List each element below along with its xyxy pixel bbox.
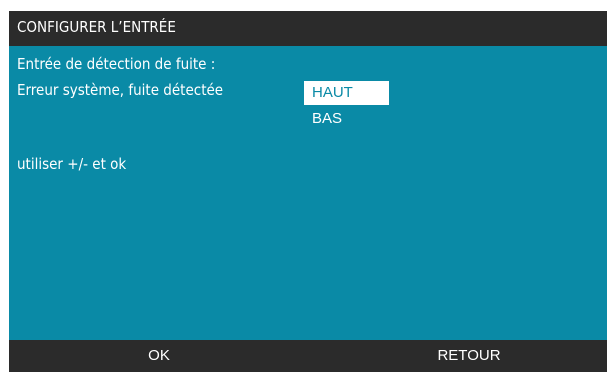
condition-label: Erreur système, fuite détectée [17,81,224,99]
screen-title: CONFIGURER L’ENTRÉE [17,18,176,36]
ok-button[interactable]: OK [119,340,199,372]
device-screen: CONFIGURER L’ENTRÉE Entrée de détection … [9,11,607,372]
instruction-hint: utiliser +/- et ok [17,155,127,173]
title-bar: CONFIGURER L’ENTRÉE [9,11,607,46]
option-bas[interactable]: BAS [304,107,389,131]
retour-button[interactable]: RETOUR [414,340,524,372]
input-label: Entrée de détection de fuite : [17,55,216,73]
option-haut[interactable]: HAUT [304,81,389,105]
device-frame: CONFIGURER L’ENTRÉE Entrée de détection … [0,0,607,372]
softkey-bar: OK RETOUR [9,340,607,372]
